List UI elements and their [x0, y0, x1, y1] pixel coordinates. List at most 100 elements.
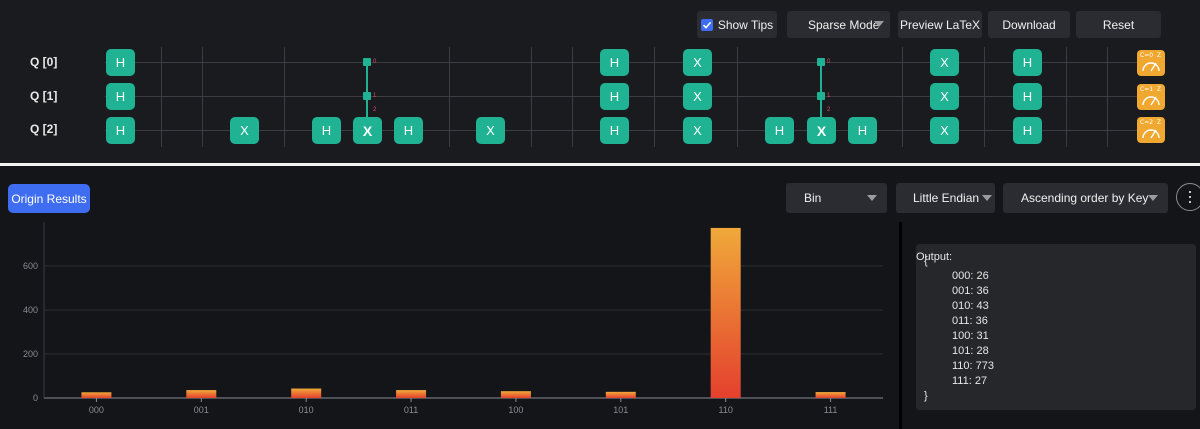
results-panel: Origin Results Bin Little Endian Ascendi…: [0, 166, 1200, 429]
output-line: 110: 773: [952, 360, 995, 372]
h-gate[interactable]: H: [312, 117, 341, 144]
y-tick-label: 0: [33, 393, 38, 403]
x-tick-label: 010: [299, 405, 314, 415]
output-line: 001: 36: [952, 285, 989, 297]
bar-000[interactable]: [81, 392, 112, 398]
x-gate[interactable]: X: [683, 83, 712, 110]
output-close-brace: }: [924, 390, 928, 402]
endian-select[interactable]: Little Endian: [896, 183, 995, 213]
measure-gate-2[interactable]: C=2 Z: [1137, 117, 1165, 143]
h-gate[interactable]: H: [106, 83, 135, 110]
sparse-mode-dropdown[interactable]: Sparse Mode: [787, 11, 890, 38]
x-gate[interactable]: X: [930, 83, 959, 110]
measure-gate-0[interactable]: C=0 Z: [1137, 50, 1165, 76]
h-gate[interactable]: H: [106, 117, 135, 144]
control-dot[interactable]: [363, 92, 371, 100]
bar-111[interactable]: [815, 392, 846, 398]
x-gate[interactable]: X: [230, 117, 259, 144]
histogram-chart: 000 001 010 011 100 101 110 111 0 200 400 600: [23, 222, 883, 415]
qubit-label-1: Q [1]: [30, 89, 58, 103]
x-gate[interactable]: X: [930, 117, 959, 144]
toffoli-target-gate[interactable]: X: [353, 117, 382, 144]
h-gate[interactable]: H: [765, 117, 794, 144]
column-separator: [449, 47, 450, 147]
meter-icon: [1142, 129, 1160, 139]
column-separator: [284, 47, 285, 147]
output-line: 000: 26: [952, 270, 989, 282]
panel-vertical-divider: [899, 222, 902, 429]
qubit-wire-0: [105, 62, 1165, 63]
format-select[interactable]: Bin: [786, 183, 887, 213]
endian-select-value: Little Endian: [913, 191, 980, 205]
chevron-down-icon: [1148, 195, 1158, 201]
output-line: 011: 36: [952, 315, 988, 327]
x-tick-label: 100: [508, 405, 523, 415]
column-separator: [902, 47, 903, 147]
preview-latex-button[interactable]: Preview LaTeX: [898, 11, 982, 38]
output-line: 100: 31: [952, 330, 989, 342]
h-gate[interactable]: H: [1013, 83, 1042, 110]
column-separator: [1066, 47, 1067, 147]
x-tick-label: 011: [404, 405, 418, 415]
column-separator: [161, 47, 162, 147]
circuit-panel: Show Tips Sparse Mode Preview LaTeX Down…: [0, 0, 1200, 163]
x-gate[interactable]: X: [683, 49, 712, 76]
x-gate[interactable]: X: [930, 49, 959, 76]
bar-010[interactable]: [291, 388, 322, 398]
order-select-value: Ascending order by Key: [1021, 191, 1149, 205]
x-tick-label: 110: [719, 405, 733, 415]
sparse-mode-label: Sparse Mode: [808, 17, 880, 32]
reset-button[interactable]: Reset: [1076, 11, 1161, 38]
format-select-value: Bin: [804, 191, 822, 205]
control-index: 2: [373, 107, 377, 113]
control-index: 0: [373, 59, 377, 65]
chevron-down-icon: [874, 21, 884, 27]
h-gate[interactable]: H: [600, 83, 629, 110]
show-tips-label: Show Tips: [717, 17, 774, 32]
qubit-label-0: Q [0]: [30, 55, 58, 69]
column-separator: [1107, 47, 1108, 147]
h-gate[interactable]: H: [1013, 117, 1042, 144]
show-tips-toggle[interactable]: Show Tips: [697, 11, 777, 38]
column-separator: [984, 47, 985, 147]
h-gate[interactable]: H: [106, 49, 135, 76]
bar-110[interactable]: [710, 227, 741, 398]
control-index: 0: [827, 59, 831, 65]
control-dot[interactable]: [817, 58, 825, 66]
x-gate[interactable]: X: [476, 117, 505, 144]
check-icon[interactable]: [700, 18, 713, 31]
output-line: 010: 43: [952, 300, 989, 312]
measure-gate-1[interactable]: C=1 Z: [1137, 84, 1165, 110]
bar-100[interactable]: [500, 391, 531, 398]
control-dot[interactable]: [363, 58, 371, 66]
output-label: Output:: [916, 251, 953, 263]
origin-results-button[interactable]: Origin Results: [8, 184, 90, 213]
x-tick-label: 000: [89, 405, 104, 415]
x-gate[interactable]: X: [683, 117, 712, 144]
bar-011[interactable]: [396, 390, 427, 398]
bar-001[interactable]: [186, 390, 217, 398]
column-separator: [572, 47, 573, 147]
column-separator: [654, 47, 655, 147]
qubit-wire-2: [105, 130, 1165, 131]
control-dot[interactable]: [817, 92, 825, 100]
h-gate[interactable]: H: [1013, 49, 1042, 76]
h-gate[interactable]: H: [394, 117, 423, 144]
h-gate[interactable]: H: [600, 49, 629, 76]
column-separator: [202, 47, 203, 147]
download-button[interactable]: Download: [988, 11, 1070, 38]
more-vertical-icon[interactable]: [1176, 183, 1200, 211]
chevron-down-icon: [867, 195, 877, 201]
h-gate[interactable]: H: [600, 117, 629, 144]
y-tick-label: 200: [23, 349, 38, 359]
h-gate[interactable]: H: [848, 117, 877, 144]
y-tick-label: 400: [23, 305, 38, 315]
x-tick-label: 001: [194, 405, 209, 415]
chevron-down-icon: [982, 195, 992, 201]
bar-101[interactable]: [605, 391, 636, 398]
qubit-label-2: Q [2]: [30, 122, 58, 136]
toffoli-target-gate[interactable]: X: [807, 117, 836, 144]
order-select[interactable]: Ascending order by Key: [1003, 183, 1168, 213]
control-index: 2: [827, 107, 831, 113]
control-index: 1: [827, 93, 831, 99]
